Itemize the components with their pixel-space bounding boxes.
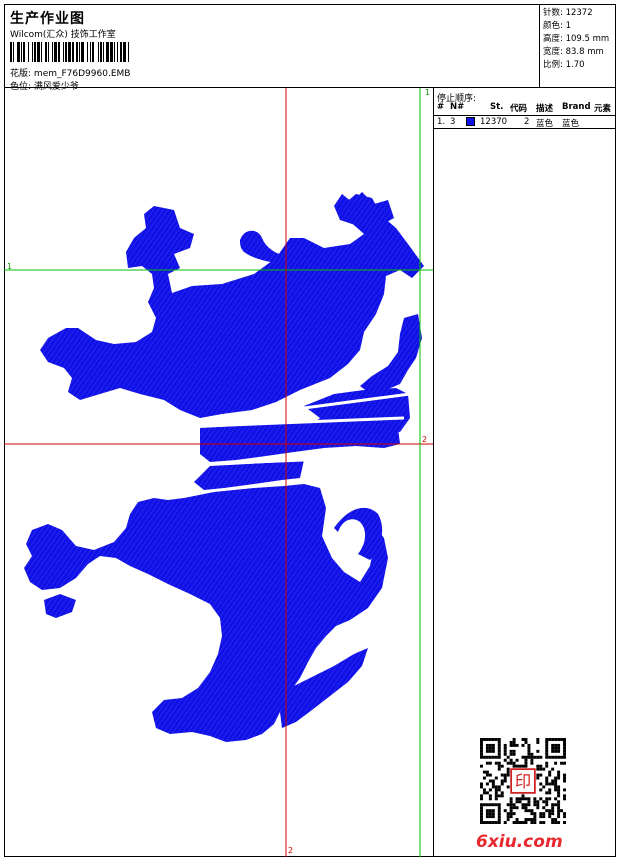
lion-figure <box>24 192 424 742</box>
site-watermark: 6xiu.com <box>476 832 563 852</box>
row-stitches: 12370 <box>480 117 508 127</box>
stat-width: 宽度: 83.8 mm <box>543 47 604 57</box>
design-name-line: 花版: mem_F76D9960.EMB <box>10 66 130 79</box>
company-name: Wilcom(汇众) 技饰工作室 <box>10 30 116 40</box>
row-index: 1. <box>437 117 446 127</box>
col-code: 代码 <box>510 104 528 114</box>
barcode-bar <box>129 42 130 62</box>
stop-sequence-header: # N# St. 代码 描述 Brand 元素 <box>434 101 616 116</box>
design-label: 花版: <box>10 69 32 79</box>
col-description: 描述 <box>536 104 554 114</box>
col-index: # <box>437 102 445 112</box>
row-needle: 3 <box>450 117 456 127</box>
seal-text: 印 <box>515 772 531 791</box>
guide-label-v2: 2 <box>288 846 294 855</box>
header-info: 生产作业图 Wilcom(汇众) 技饰工作室 花版: mem_F76D9960.… <box>4 4 540 92</box>
barcode <box>10 42 218 62</box>
stat-colors: 颜色: 1 <box>543 21 571 31</box>
stat-stitches: 针数: 12372 <box>543 8 593 18</box>
guide-label-h1: 1 <box>7 262 13 271</box>
embroidery-design <box>4 88 433 857</box>
col-brand: Brand <box>562 102 591 112</box>
page-title: 生产作业图 <box>10 11 85 27</box>
design-stats: 针数: 12372 颜色: 1 高度: 109.5 mm 宽度: 83.8 mm… <box>540 4 616 88</box>
design-canvas: 1 2 1 2 <box>4 88 434 857</box>
guide-label-h2: 2 <box>422 435 428 444</box>
design-name: mem_F76D9960.EMB <box>33 69 131 79</box>
stat-scale: 比例: 1.70 <box>543 60 585 70</box>
guide-label-v1: 1 <box>425 88 431 97</box>
col-stitches: St. <box>490 102 504 112</box>
stop-sequence-divider <box>434 128 616 129</box>
table-row: 1. 3 12370 2 蓝色 蓝色 <box>434 116 616 129</box>
color-swatch <box>466 117 475 126</box>
col-element: 元素 <box>594 104 612 114</box>
qr-code-icon: 印 <box>480 738 566 824</box>
row-code: 2 <box>524 117 530 127</box>
col-needle: N# <box>450 102 465 112</box>
stat-height: 高度: 109.5 mm <box>543 34 610 44</box>
